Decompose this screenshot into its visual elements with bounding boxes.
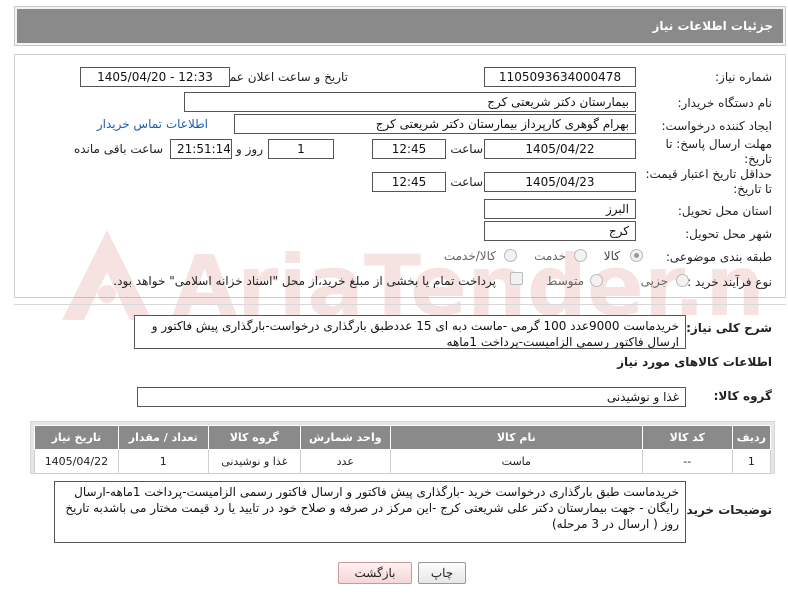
col-group: گروه کالا [207,425,301,450]
category-option-both: کالا/خدمت [443,249,496,263]
need-number-label: شماره نیاز: [715,70,772,84]
col-row: ردیف [731,425,772,450]
reply-time-field: 12:45 [372,139,446,159]
cell-unit: عدد [299,449,391,474]
cell-name: ماست [389,449,643,474]
col-name: نام کالا [389,425,643,450]
goods-group-field: غذا و نوشیدنی [137,387,686,407]
back-button[interactable]: بازگشت [338,562,412,584]
section-divider [14,304,786,305]
page-title: جزئیات اطلاعات نیاز [17,9,783,43]
cell-row: 1 [731,449,772,474]
table-row: 1 -- ماست عدد غذا و نوشیدنی 1 1405/04/22 [34,449,772,474]
category-label: طبقه بندی موضوعی: [665,250,772,264]
remaining-time-field: 21:51:14 [170,139,232,159]
buyer-contact-link[interactable]: اطلاعات تماس خریدار [97,117,208,131]
goods-section-title: اطلاعات کالاهای مورد نیاز [617,355,772,369]
col-date: تاریخ نیاز [34,425,119,450]
days-field: 1 [268,139,334,159]
treasury-checkbox[interactable] [510,272,523,285]
description-label: شرح کلی نیاز: [686,321,772,335]
remaining-label: ساعت باقی مانده [73,142,163,156]
col-code: کد کالا [641,425,733,450]
validity-time-field: 12:45 [372,172,446,192]
header-panel: جزئیات اطلاعات نیاز [14,6,786,46]
city-field: کرج [484,221,636,241]
city-label: شهر محل تحویل: [685,227,772,241]
buyer-org-field: بیمارستان دکتر شریعتی کرج [184,92,636,112]
goods-group-label: گروه کالا: [713,389,772,403]
process-option-medium: متوسط [546,274,584,288]
description-text: خریدماست 9000عدد 100 گرمی -ماست دبه ای 1… [151,319,679,349]
cell-code: -- [641,449,733,474]
province-label: استان محل تحویل: [677,204,772,218]
col-unit: واحد شمارش [299,425,391,450]
payment-note: پرداخت تمام یا بخشی از مبلغ خرید،از محل … [113,274,496,288]
creator-label: ایجاد کننده درخواست: [661,119,772,133]
buyer-org-label: نام دستگاه خریدار: [677,96,773,110]
process-radio-medium[interactable] [590,274,603,287]
reply-date-field: 1405/04/22 [484,139,636,159]
process-type-label: نوع فرآیند خرید : [687,275,772,289]
process-option-minor: جزیی [640,274,668,288]
cell-date: 1405/04/22 [34,449,119,474]
cell-qty: 1 [117,449,209,474]
cell-group: غذا و نوشیدنی [207,449,301,474]
category-radio-both[interactable] [504,249,517,262]
reply-deadline-label: مهلت ارسال پاسخ: تا تاریخ: [665,137,772,166]
creator-field: بهرام گوهری کارپرداز بیمارستان دکتر شریع… [234,114,636,134]
price-validity-label: حداقل تاریخ اعتبار قیمت: تا تاریخ: [645,167,772,196]
need-number-field: 1105093634000478 [484,67,636,87]
buyer-notes-textarea[interactable]: خریدماست طبق بارگذاری درخواست خرید -بارگ… [54,481,686,543]
items-table: ردیف کد کالا نام کالا واحد شمارش گروه کا… [34,425,772,474]
validity-date-field: 1405/04/23 [484,172,636,192]
reply-time-label: ساعت [450,142,483,156]
category-option-goods: کالا [603,249,620,263]
validity-time-label: ساعت [450,175,483,189]
announce-field: 1405/04/20 - 12:33 [80,67,230,87]
print-button[interactable]: چاپ [418,562,466,584]
category-radio-service[interactable] [574,249,587,262]
days-label: روز و [236,142,263,156]
col-qty: تعداد / مقدار [117,425,209,450]
category-option-service: خدمت [534,249,566,263]
category-radio-goods[interactable] [630,249,643,262]
province-field: البرز [484,199,636,219]
description-textarea[interactable]: خریدماست 9000عدد 100 گرمی -ماست دبه ای 1… [134,315,686,349]
buyer-notes-text: خریدماست طبق بارگذاری درخواست خرید -بارگ… [65,485,679,531]
process-radio-minor[interactable] [676,274,689,287]
